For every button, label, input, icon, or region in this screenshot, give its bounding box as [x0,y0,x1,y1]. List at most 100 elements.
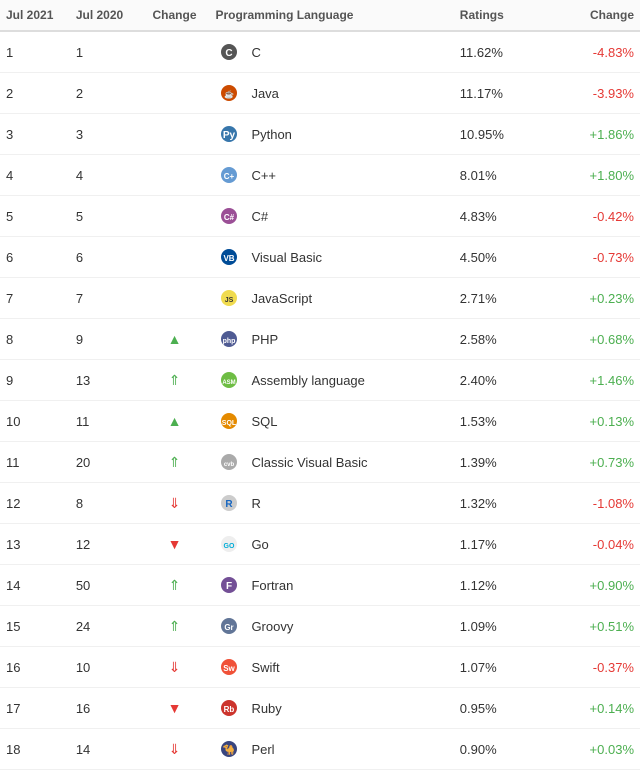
rank-jul2020: 24 [70,606,140,647]
language-cell: ☕ Java [209,73,453,114]
ratings-value: 1.12% [454,565,547,606]
table-header-row: Jul 2021 Jul 2020 Change Programming Lan… [0,0,640,31]
table-row: 15 24 ⇑ Gr Groovy 1.09% +0.51% [0,606,640,647]
change-value: +1.46% [547,360,640,401]
language-cell: ASM Assembly language [209,360,453,401]
header-change2: Change [547,0,640,31]
rank-jul2021: 16 [0,647,70,688]
main-table-container: Jul 2021 Jul 2020 Change Programming Lan… [0,0,640,770]
lang-name: R [251,496,260,511]
language-cell: Sw Swift [209,647,453,688]
rank-jul2020: 4 [70,155,140,196]
change-arrow [140,237,210,278]
rank-jul2020: 14 [70,729,140,770]
table-row: 11 20 ⇑ cvb Classic Visual Basic 1.39% +… [0,442,640,483]
language-cell: Gr Groovy [209,606,453,647]
ratings-value: 11.17% [454,73,547,114]
language-cell: C+ C++ [209,155,453,196]
rank-jul2021: 7 [0,278,70,319]
table-row: 14 50 ⇑ F Fortran 1.12% +0.90% [0,565,640,606]
change-value: -4.83% [547,31,640,73]
rank-jul2021: 12 [0,483,70,524]
change-arrow [140,155,210,196]
header-change: Change [140,0,210,31]
change-value: -0.04% [547,524,640,565]
lang-icon: ASM [215,366,243,394]
change-arrow: ▲ [140,401,210,442]
table-row: 5 5 C# C# 4.83% -0.42% [0,196,640,237]
lang-name: Python [251,127,291,142]
lang-name: C++ [251,168,276,183]
rank-jul2021: 10 [0,401,70,442]
lang-name: C# [251,209,268,224]
lang-icon: php [215,325,243,353]
change-arrow [140,73,210,114]
svg-text:Py: Py [223,130,236,141]
lang-name: PHP [251,332,278,347]
svg-text:C: C [226,48,233,59]
rank-jul2020: 7 [70,278,140,319]
arrow-double-up-icon: ⇑ [169,577,181,593]
ratings-value: 1.32% [454,483,547,524]
table-row: 1 1 C C 11.62% -4.83% [0,31,640,73]
table-row: 2 2 ☕ Java 11.17% -3.93% [0,73,640,114]
change-value: -3.93% [547,73,640,114]
lang-icon: ☕ [215,79,243,107]
lang-icon: Rb [215,694,243,722]
lang-name: Fortran [251,578,293,593]
rank-jul2020: 11 [70,401,140,442]
change-value: +0.23% [547,278,640,319]
rank-jul2021: 17 [0,688,70,729]
header-jul2021: Jul 2021 [0,0,70,31]
lang-name: Java [251,86,278,101]
ratings-value: 0.95% [454,688,547,729]
lang-name: Ruby [251,701,281,716]
header-language: Programming Language [209,0,453,31]
rank-jul2021: 11 [0,442,70,483]
svg-text:VB: VB [224,254,235,263]
table-row: 13 12 ▼ GO Go 1.17% -0.04% [0,524,640,565]
table-row: 6 6 VB Visual Basic 4.50% -0.73% [0,237,640,278]
arrow-double-up-icon: ⇑ [169,454,181,470]
lang-name: Go [251,537,268,552]
ratings-value: 8.01% [454,155,547,196]
svg-text:Rb: Rb [224,705,235,714]
table-row: 12 8 ⇓ R R 1.32% -1.08% [0,483,640,524]
lang-name: Groovy [251,619,293,634]
rank-jul2021: 15 [0,606,70,647]
svg-text:C#: C# [224,213,235,222]
lang-icon: F [215,571,243,599]
lang-icon: cvb [215,448,243,476]
ratings-value: 1.53% [454,401,547,442]
language-cell: C C [209,31,453,73]
ratings-value: 11.62% [454,31,547,73]
language-cell: R R [209,483,453,524]
svg-text:cvb: cvb [224,462,235,468]
language-cell: C# C# [209,196,453,237]
table-row: 4 4 C+ C++ 8.01% +1.80% [0,155,640,196]
change-arrow: ▼ [140,524,210,565]
lang-name: Visual Basic [251,250,322,265]
change-arrow: ⇑ [140,606,210,647]
lang-icon: C [215,38,243,66]
arrow-down-icon: ▼ [168,700,182,716]
ratings-value: 1.39% [454,442,547,483]
header-jul2020: Jul 2020 [70,0,140,31]
change-arrow: ⇓ [140,647,210,688]
ratings-value: 10.95% [454,114,547,155]
arrow-up-icon: ▲ [168,331,182,347]
rank-jul2020: 2 [70,73,140,114]
table-row: 8 9 ▲ php PHP 2.58% +0.68% [0,319,640,360]
rank-jul2020: 9 [70,319,140,360]
svg-text:Sw: Sw [224,664,236,673]
lang-name: Assembly language [251,373,364,388]
rank-jul2020: 16 [70,688,140,729]
rank-jul2020: 10 [70,647,140,688]
arrow-double-up-icon: ⇑ [169,372,181,388]
language-cell: GO Go [209,524,453,565]
rank-jul2021: 6 [0,237,70,278]
lang-icon: Py [215,120,243,148]
rank-jul2021: 13 [0,524,70,565]
table-row: 9 13 ⇑ ASM Assembly language 2.40% +1.46… [0,360,640,401]
change-value: -0.73% [547,237,640,278]
